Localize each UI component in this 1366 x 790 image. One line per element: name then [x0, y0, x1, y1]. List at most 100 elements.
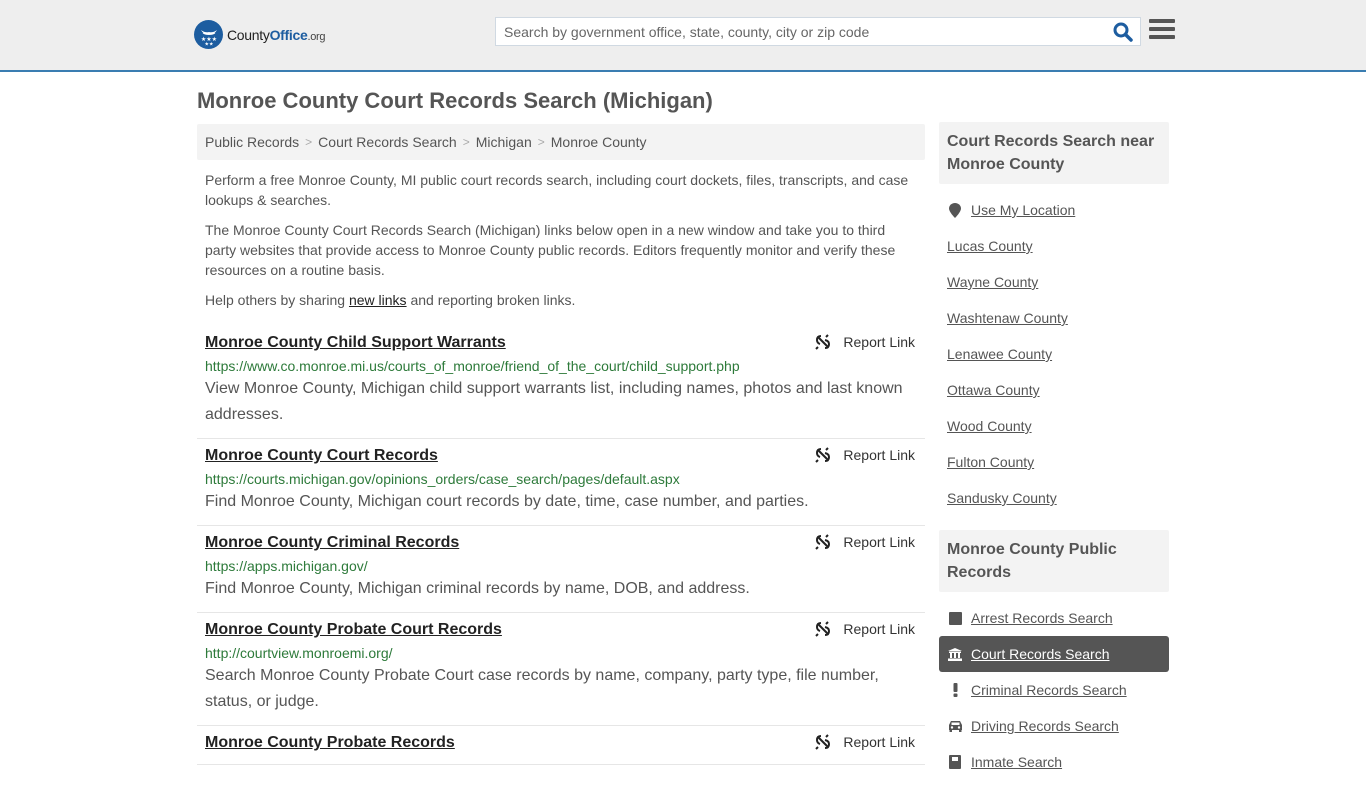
broken-link-icon	[815, 334, 831, 350]
nearby-county-item[interactable]: Sandusky County	[939, 480, 1169, 516]
menu-bar	[1149, 19, 1175, 23]
ottawa-county-link[interactable]: Ottawa County	[947, 382, 1040, 398]
nearby-list: Use My Location Lucas County Wayne Count…	[939, 184, 1169, 526]
report-link-button[interactable]: Report Link	[815, 534, 915, 550]
criminal-records-link[interactable]: Criminal Records Search	[971, 682, 1127, 698]
search-input[interactable]	[496, 18, 1106, 45]
logo-suffix: .org	[307, 30, 326, 43]
search-button[interactable]	[1112, 21, 1134, 43]
intro-text-before: Help others by sharing	[205, 292, 349, 308]
new-links-link[interactable]: new links	[349, 292, 407, 308]
result-item: Monroe County Court Records https://cour…	[197, 439, 925, 526]
use-my-location-item[interactable]: Use My Location	[939, 192, 1169, 228]
svg-text:★★: ★★	[204, 41, 213, 46]
result-url: https://courts.michigan.gov/opinions_ord…	[205, 471, 680, 487]
broken-link-icon	[815, 621, 831, 637]
report-link-label: Report Link	[843, 621, 915, 637]
report-link-button[interactable]: Report Link	[815, 334, 915, 350]
car-icon	[947, 720, 963, 732]
site-header: ★★★ ★★ CountyOffice.org	[0, 0, 1366, 72]
logo-accent: Office	[269, 26, 308, 43]
breadcrumb-separator: >	[462, 135, 470, 149]
intro-paragraph-3: Help others by sharing new links and rep…	[205, 290, 917, 310]
breadcrumb-monroe-county[interactable]: Monroe County	[551, 134, 647, 150]
public-records-heading: Monroe County Public Records	[939, 530, 1169, 592]
hamburger-menu-icon[interactable]	[1149, 19, 1175, 43]
nearby-county-item[interactable]: Wayne County	[939, 264, 1169, 300]
sidebar-item-driving-records[interactable]: Driving Records Search	[939, 708, 1169, 744]
inmate-icon	[947, 755, 963, 769]
breadcrumb-court-records-search[interactable]: Court Records Search	[318, 134, 457, 150]
exclamation-icon	[947, 683, 963, 697]
sidebar-item-court-records[interactable]: Court Records Search	[939, 636, 1169, 672]
result-item: Monroe County Child Support Warrants htt…	[197, 326, 925, 439]
breadcrumb: Public Records > Court Records Search > …	[197, 124, 925, 160]
arrest-records-link[interactable]: Arrest Records Search	[971, 610, 1113, 626]
lenawee-county-link[interactable]: Lenawee County	[947, 346, 1052, 362]
result-description: View Monroe County, Michigan child suppo…	[205, 380, 903, 423]
nearby-heading: Court Records Search near Monroe County	[939, 122, 1169, 184]
report-link-button[interactable]: Report Link	[815, 447, 915, 463]
result-url: https://apps.michigan.gov/	[205, 558, 368, 574]
use-my-location-link[interactable]: Use My Location	[971, 202, 1075, 218]
result-url: https://www.co.monroe.mi.us/courts_of_mo…	[205, 358, 740, 374]
report-link-label: Report Link	[843, 534, 915, 550]
search-box	[495, 17, 1141, 46]
breadcrumb-michigan[interactable]: Michigan	[476, 134, 532, 150]
breadcrumb-separator: >	[305, 135, 313, 149]
map-marker-icon	[947, 202, 963, 218]
logo-main: County	[227, 26, 270, 43]
result-title-link[interactable]: Monroe County Probate Records	[205, 732, 455, 754]
results-list: Monroe County Child Support Warrants htt…	[197, 326, 925, 765]
report-link-button[interactable]: Report Link	[815, 621, 915, 637]
result-description: Find Monroe County, Michigan court recor…	[205, 493, 809, 510]
breadcrumb-public-records[interactable]: Public Records	[205, 134, 299, 150]
menu-bar	[1149, 27, 1175, 31]
result-title-link[interactable]: Monroe County Criminal Records	[205, 532, 459, 554]
broken-link-icon	[815, 447, 831, 463]
report-link-label: Report Link	[843, 447, 915, 463]
result-item: Monroe County Criminal Records https://a…	[197, 526, 925, 613]
courthouse-icon	[947, 647, 963, 661]
result-description: Find Monroe County, Michigan criminal re…	[205, 580, 750, 597]
lucas-county-link[interactable]: Lucas County	[947, 238, 1033, 254]
breadcrumb-separator: >	[537, 135, 545, 149]
search-icon	[1113, 22, 1133, 42]
result-item: Monroe County Probate Records Report Lin…	[197, 726, 925, 765]
intro-text: Perform a free Monroe County, MI public …	[197, 170, 925, 310]
nearby-county-item[interactable]: Fulton County	[939, 444, 1169, 480]
result-title-link[interactable]: Monroe County Court Records	[205, 445, 438, 467]
court-records-link[interactable]: Court Records Search	[971, 646, 1110, 662]
main-content: Public Records > Court Records Search > …	[197, 124, 925, 765]
result-title-link[interactable]: Monroe County Child Support Warrants	[205, 332, 506, 354]
result-description: Search Monroe County Probate Court case …	[205, 667, 879, 710]
intro-text-after: and reporting broken links.	[406, 292, 576, 308]
public-records-list: Arrest Records Search Court Records Sear…	[939, 592, 1169, 790]
wayne-county-link[interactable]: Wayne County	[947, 274, 1038, 290]
logo-text: CountyOffice.org	[227, 26, 326, 43]
nearby-county-item[interactable]: Wood County	[939, 408, 1169, 444]
intro-paragraph-2: The Monroe County Court Records Search (…	[205, 222, 896, 278]
report-link-label: Report Link	[843, 734, 915, 750]
sidebar-item-inmate-search[interactable]: Inmate Search	[939, 744, 1169, 780]
nearby-county-item[interactable]: Washtenaw County	[939, 300, 1169, 336]
result-item: Monroe County Probate Court Records http…	[197, 613, 925, 726]
sidebar-item-criminal-records[interactable]: Criminal Records Search	[939, 672, 1169, 708]
result-title-link[interactable]: Monroe County Probate Court Records	[205, 619, 502, 641]
driving-records-link[interactable]: Driving Records Search	[971, 718, 1119, 734]
site-logo[interactable]: ★★★ ★★ CountyOffice.org	[194, 20, 326, 49]
washtenaw-county-link[interactable]: Washtenaw County	[947, 310, 1068, 326]
sidebar: Court Records Search near Monroe County …	[939, 122, 1169, 790]
wood-county-link[interactable]: Wood County	[947, 418, 1032, 434]
nearby-county-item[interactable]: Lenawee County	[939, 336, 1169, 372]
page-title: Monroe County Court Records Search (Mich…	[197, 88, 713, 113]
report-link-button[interactable]: Report Link	[815, 734, 915, 750]
fulton-county-link[interactable]: Fulton County	[947, 454, 1034, 470]
nearby-county-item[interactable]: Lucas County	[939, 228, 1169, 264]
nearby-county-item[interactable]: Ottawa County	[939, 372, 1169, 408]
intro-paragraph-1: Perform a free Monroe County, MI public …	[205, 172, 909, 208]
menu-bar	[1149, 35, 1175, 39]
sidebar-item-arrest-records[interactable]: Arrest Records Search	[939, 600, 1169, 636]
eagle-logo-icon: ★★★ ★★	[194, 20, 223, 49]
sandusky-county-link[interactable]: Sandusky County	[947, 490, 1057, 506]
